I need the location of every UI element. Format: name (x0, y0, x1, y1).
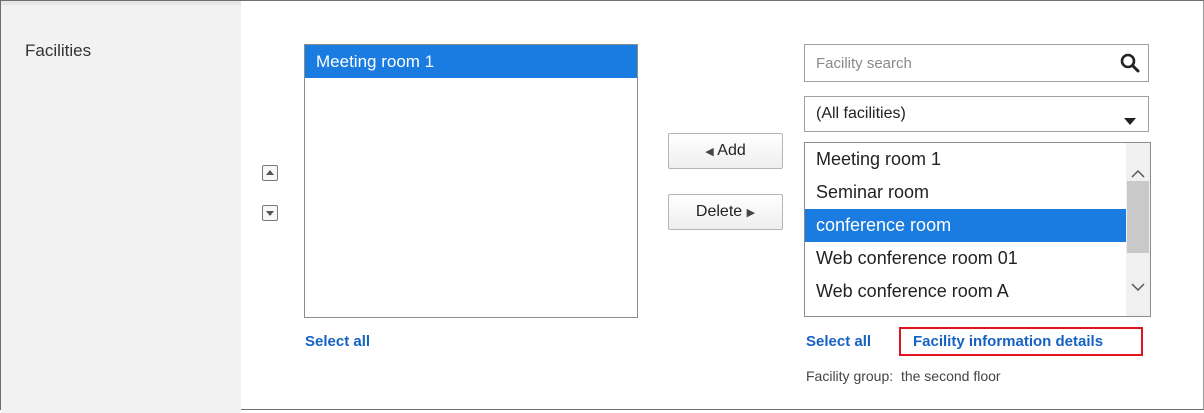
select-all-facilities-link[interactable]: Select all (806, 333, 871, 350)
scrollbar-thumb[interactable] (1127, 181, 1149, 253)
facility-search-input[interactable]: Facility search (804, 44, 1149, 82)
facility-list-item[interactable]: Web conference room A (805, 275, 1148, 308)
facility-group-dropdown[interactable]: (All facilities) (804, 96, 1149, 132)
dropdown-selected-value: (All facilities) (816, 105, 906, 122)
chevron-down-icon[interactable] (1131, 279, 1145, 297)
facility-candidates-list[interactable]: Meeting room 1 Seminar room conference roo… (804, 142, 1151, 317)
facilities-label: Facilities (25, 41, 92, 60)
triangle-down-icon (266, 211, 274, 216)
facility-group-info: Facility group: the second floor (806, 368, 1001, 384)
facility-information-details-link[interactable]: Facility information details (913, 333, 1103, 350)
facility-list-item[interactable]: Meeting room 1 (805, 143, 1148, 176)
caret-down-icon (1124, 112, 1136, 130)
move-down-button[interactable] (262, 205, 278, 221)
triangle-left-icon: ◀ (705, 146, 714, 158)
add-button-label: Add (717, 142, 746, 159)
label-column: Facilities (1, 1, 241, 413)
facility-list-item[interactable]: Web conference room 01 (805, 242, 1148, 275)
delete-button-label: Delete (695, 203, 743, 220)
selected-facilities-list[interactable]: Meeting room 1 (304, 44, 638, 318)
select-all-selected-link[interactable]: Select all (305, 333, 370, 350)
triangle-up-icon (266, 170, 274, 175)
facility-list-item[interactable]: Seminar room (805, 176, 1148, 209)
search-icon[interactable] (1120, 53, 1140, 78)
facility-list-scrollbar[interactable] (1126, 143, 1150, 316)
move-up-button[interactable] (262, 165, 278, 181)
facility-group-label: Facility group: (806, 368, 894, 384)
selected-list-item[interactable]: Meeting room 1 (305, 45, 637, 78)
facility-list-item[interactable]: conference room (805, 209, 1148, 242)
search-placeholder: Facility search (816, 55, 912, 72)
triangle-right-icon: ▶ (746, 207, 756, 219)
delete-button[interactable]: Delete ▶ (668, 194, 783, 230)
facility-list-item[interactable]: Meeting room 2 (805, 308, 1148, 316)
facility-group-value: the second floor (900, 368, 1001, 384)
facility-items: Meeting room 1 Seminar room conference roo… (805, 143, 1148, 316)
add-button[interactable]: ◀ Add (668, 133, 783, 169)
